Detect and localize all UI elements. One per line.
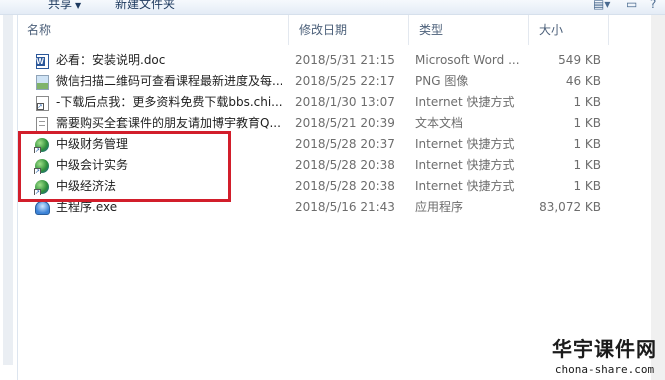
highlight-box (18, 131, 231, 202)
file-size: 1 KB (573, 179, 601, 193)
exe-program-icon (34, 200, 50, 216)
file-type: 文本文档 (415, 116, 464, 130)
watermark: 华宇课件网 chona-share.com (552, 333, 657, 376)
watermark-title: 华宇课件网 (552, 337, 657, 361)
file-type: Internet 快捷方式 (415, 137, 515, 151)
toolbar: 共享 ▼ 新建文件夹 ▤▾ ▭ ? (0, 0, 665, 15)
file-type: Internet 快捷方式 (415, 95, 515, 109)
new-folder-button[interactable]: 新建文件夹 (115, 0, 175, 12)
file-name: 微信扫描二维码可查看课程最新进度及每... (56, 74, 282, 88)
column-header-size[interactable]: 大小 (529, 15, 609, 45)
preview-pane-icon[interactable]: ▭ (626, 0, 637, 11)
file-date: 2018/5/31 21:15 (295, 53, 395, 67)
file-date: 2018/1/30 13:07 (295, 95, 395, 109)
file-size: 83,072 KB (539, 200, 601, 214)
share-button[interactable]: 共享 ▼ (48, 0, 81, 12)
file-date: 2018/5/28 20:38 (295, 158, 395, 172)
view-options-icon[interactable]: ▤▾ (593, 0, 610, 11)
column-header: 名称 修改日期 类型 大小 (17, 15, 665, 45)
file-size: 1 KB (573, 95, 601, 109)
help-icon[interactable]: ? (650, 0, 656, 11)
file-size: 549 KB (558, 53, 601, 67)
file-size: 1 KB (573, 116, 601, 130)
file-type: Internet 快捷方式 (415, 158, 515, 172)
file-row[interactable]: W 必看：安装说明.doc 2018/5/31 21:15 Microsoft … (17, 50, 665, 71)
column-header-type[interactable]: 类型 (409, 15, 529, 45)
file-type: Internet 快捷方式 (415, 179, 515, 193)
watermark-url: chona-share.com (554, 363, 655, 376)
column-header-date[interactable]: 修改日期 (289, 15, 409, 45)
file-size: 1 KB (573, 158, 601, 172)
navigation-scrollbar[interactable] (3, 15, 13, 365)
file-date: 2018/5/25 22:17 (295, 74, 395, 88)
file-date: 2018/5/21 20:39 (295, 116, 395, 130)
file-type: Microsoft Word ... (415, 53, 520, 67)
file-size: 46 KB (565, 74, 601, 88)
file-date: 2018/5/28 20:38 (295, 179, 395, 193)
chevron-down-icon: ▼ (75, 1, 82, 10)
file-type: PNG 图像 (415, 74, 469, 88)
file-name: -下载后点我：更多资料免费下载bbs.chi... (56, 95, 282, 109)
word-doc-icon: W (34, 53, 50, 69)
file-row[interactable]: 微信扫描二维码可查看课程最新进度及每... 2018/5/25 22:17 PN… (17, 71, 665, 92)
text-doc-icon (34, 116, 50, 132)
file-date: 2018/5/28 20:37 (295, 137, 395, 151)
share-label: 共享 (48, 0, 73, 11)
file-date: 2018/5/16 21:43 (295, 200, 395, 214)
file-name: 必看：安装说明.doc (56, 53, 166, 67)
file-size: 1 KB (573, 137, 601, 151)
png-image-icon (34, 74, 50, 90)
shortcut-icon: ↗ (34, 95, 50, 111)
file-row[interactable]: ↗ -下载后点我：更多资料免费下载bbs.chi... 2018/1/30 13… (17, 92, 665, 113)
file-type: 应用程序 (415, 200, 464, 214)
vertical-scrollbar[interactable] (651, 15, 665, 380)
navigation-pane (0, 15, 18, 380)
column-header-name[interactable]: 名称 (17, 15, 289, 45)
